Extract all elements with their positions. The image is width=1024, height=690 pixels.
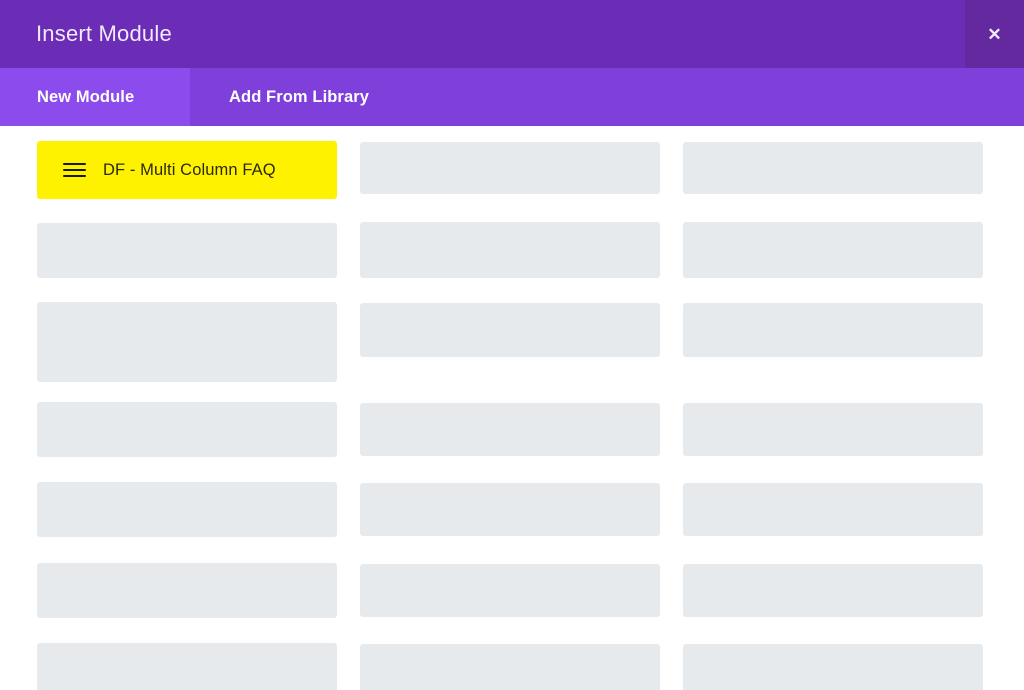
module-item-placeholder[interactable]	[683, 403, 983, 456]
tab-new-module-label: New Module	[37, 87, 135, 106]
close-icon: ✕	[987, 24, 1002, 44]
module-item-placeholder[interactable]	[360, 644, 660, 690]
module-item-placeholder[interactable]	[360, 303, 660, 357]
module-item-placeholder[interactable]	[683, 303, 983, 357]
modal-header: Insert Module ✕	[0, 0, 1024, 68]
module-item-placeholder[interactable]	[360, 142, 660, 194]
module-item-placeholder[interactable]	[37, 223, 337, 278]
tab-new-module[interactable]: New Module	[0, 68, 190, 126]
tab-bar: New Module Add From Library	[0, 68, 1024, 126]
module-item-label: DF - Multi Column FAQ	[103, 160, 276, 179]
page-title: Insert Module	[36, 21, 172, 46]
module-grid: DF - Multi Column FAQ	[0, 126, 1024, 690]
tab-add-from-library-label: Add From Library	[229, 87, 370, 106]
hamburger-icon	[63, 162, 86, 178]
module-item-placeholder[interactable]	[37, 563, 337, 618]
insert-module-modal: Insert Module ✕ New Module Add From Libr…	[0, 0, 1024, 690]
close-button[interactable]: ✕	[965, 0, 1024, 68]
module-item-placeholder[interactable]	[360, 222, 660, 278]
module-item-placeholder[interactable]	[683, 222, 983, 278]
module-item-placeholder[interactable]	[683, 644, 983, 690]
module-item-placeholder[interactable]	[683, 142, 983, 194]
module-item-placeholder[interactable]	[683, 483, 983, 536]
module-item-selected[interactable]: DF - Multi Column FAQ	[37, 141, 337, 199]
module-item-placeholder[interactable]	[37, 643, 337, 690]
module-item-placeholder[interactable]	[360, 564, 660, 617]
module-item-placeholder[interactable]	[360, 483, 660, 536]
module-item-placeholder[interactable]	[683, 564, 983, 617]
module-item-placeholder[interactable]	[37, 482, 337, 537]
tab-add-from-library[interactable]: Add From Library	[190, 68, 460, 126]
module-item-placeholder[interactable]	[37, 302, 337, 382]
module-item-placeholder[interactable]	[37, 402, 337, 457]
module-item-placeholder[interactable]	[360, 403, 660, 456]
